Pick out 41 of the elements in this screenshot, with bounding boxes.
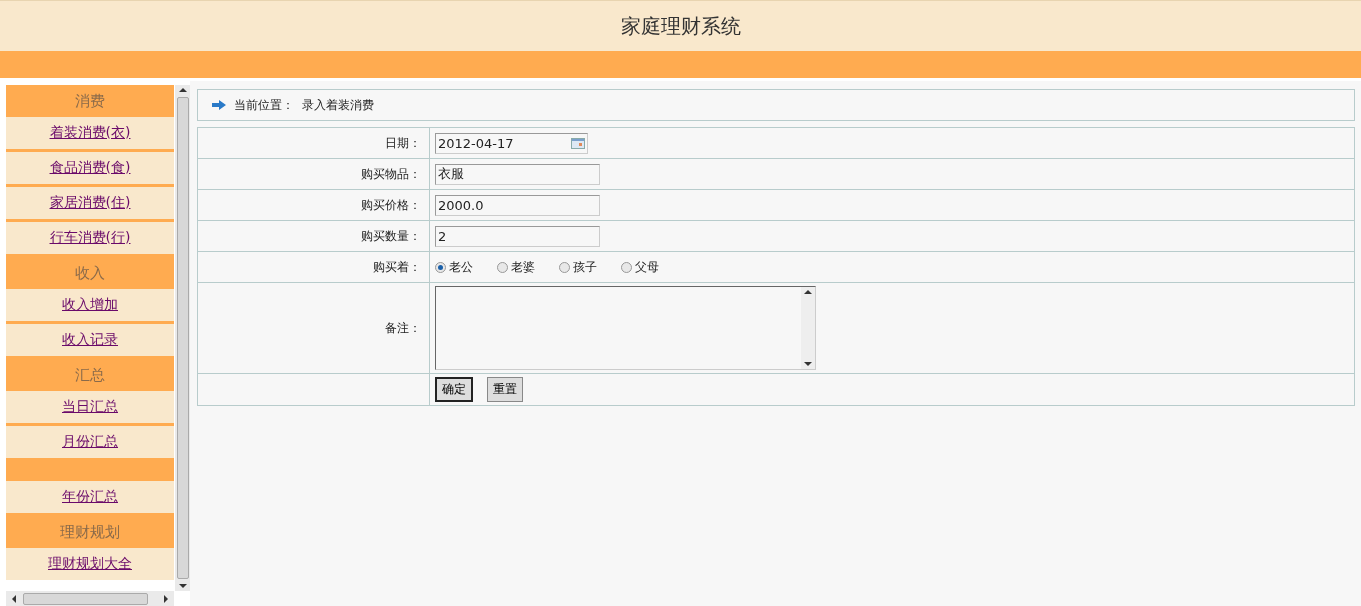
text-field[interactable]: 2 xyxy=(435,225,600,247)
radio-button[interactable] xyxy=(497,261,508,273)
vertical-scrollbar[interactable] xyxy=(175,85,190,591)
sidebar-link[interactable]: 年份汇总 xyxy=(62,488,118,506)
radio-label: 父母 xyxy=(635,258,659,276)
radio-button[interactable] xyxy=(559,261,570,273)
date-field[interactable]: 2012-04-17 xyxy=(435,132,588,154)
sidebar-link[interactable]: 收入增加 xyxy=(62,296,118,314)
section-header: 消费 xyxy=(6,85,174,117)
arrow-icon xyxy=(212,100,226,110)
app-title: 家庭理财系统 xyxy=(620,12,741,40)
breadcrumb-value: 录入着装消费 xyxy=(302,96,374,114)
confirm-button[interactable]: 确定 xyxy=(435,377,473,402)
radio-option[interactable]: 老公 xyxy=(435,258,473,276)
field-label: 购买物品： xyxy=(361,165,421,183)
radio-button[interactable] xyxy=(435,261,446,273)
field-label: 备注： xyxy=(385,319,421,337)
section-header: 理财规划 xyxy=(6,516,174,548)
calendar-icon[interactable] xyxy=(571,137,585,149)
horizontal-scrollbar[interactable] xyxy=(6,591,174,606)
field-label: 购买着： xyxy=(373,258,421,276)
text-field[interactable]: 衣服 xyxy=(435,163,600,185)
radio-label: 孩子 xyxy=(573,258,597,276)
field-label: 日期： xyxy=(385,134,421,152)
radio-option[interactable]: 老婆 xyxy=(497,258,535,276)
sidebar-link[interactable]: 月份汇总 xyxy=(62,433,118,451)
text-field[interactable]: 2000.0 xyxy=(435,194,600,216)
radio-button[interactable] xyxy=(621,261,632,273)
radio-option[interactable]: 孩子 xyxy=(559,258,597,276)
scrollbar[interactable] xyxy=(801,287,815,369)
field-label: 购买数量： xyxy=(361,227,421,245)
sidebar-link[interactable]: 当日汇总 xyxy=(62,398,118,416)
breadcrumb-label: 当前位置： xyxy=(234,96,294,114)
sidebar-link[interactable]: 收入记录 xyxy=(62,331,118,349)
radio-option[interactable]: 父母 xyxy=(621,258,659,276)
radio-label: 老公 xyxy=(449,258,473,276)
radio-label: 老婆 xyxy=(511,258,535,276)
section-header: 收入 xyxy=(6,257,174,289)
section-header: 汇总 xyxy=(6,359,174,391)
field-label: 购买价格： xyxy=(361,196,421,214)
reset-button[interactable]: 重置 xyxy=(487,377,523,402)
